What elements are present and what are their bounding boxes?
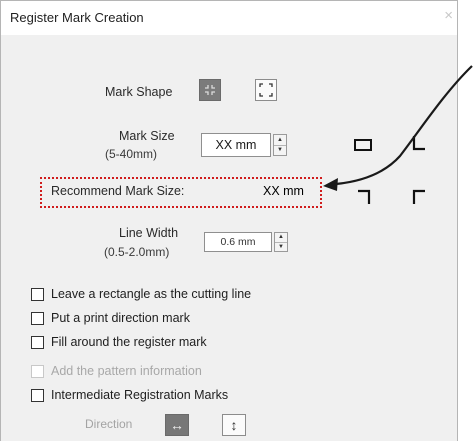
- callout-arrow: [323, 65, 473, 191]
